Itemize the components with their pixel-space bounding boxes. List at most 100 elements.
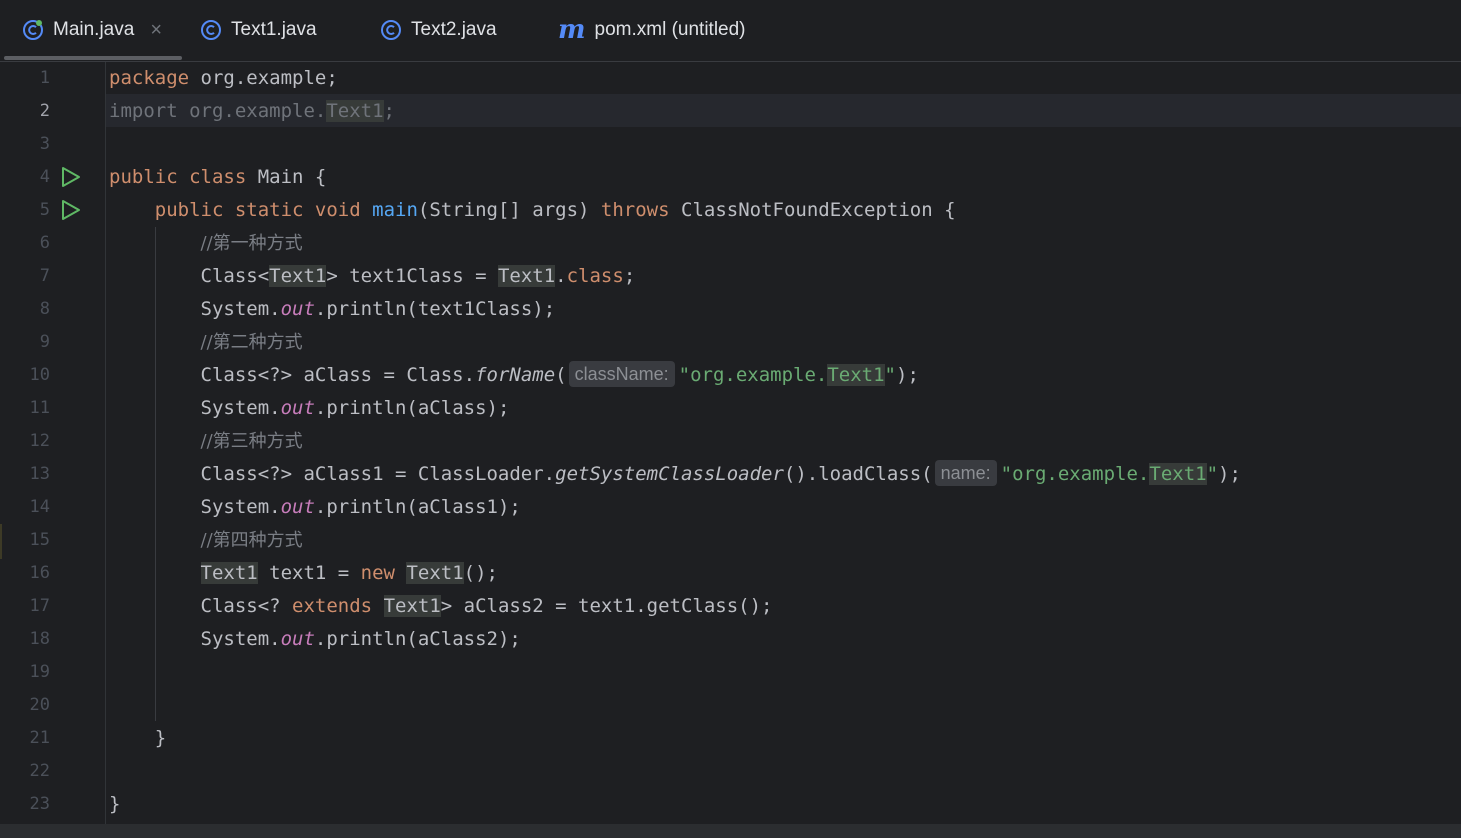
line-number: 6 (39, 233, 50, 253)
java-class-icon (22, 19, 44, 41)
token-static-field: out (280, 397, 315, 419)
token-text: > text1Class = (326, 265, 498, 287)
token-keyword: package (109, 67, 190, 89)
token-text: (String[] args) (417, 199, 601, 221)
code-line-16: Text1 text1 = new Text1(); (109, 557, 498, 590)
run-class-icon[interactable] (60, 166, 82, 188)
tab-label: Text1.java (231, 19, 317, 40)
code-line-8: System.out.println(text1Class); (109, 293, 556, 326)
code-line-13: Class<?> aClass1 = ClassLoader.getSystem… (109, 458, 1241, 491)
token-comment: //第一种方式 (200, 233, 303, 254)
token-static-method: getSystemClassLoader (555, 463, 784, 485)
line-number: 9 (39, 332, 50, 352)
token-class-ref: Text1 (200, 562, 258, 584)
token-unused-import: import org.example. (109, 100, 327, 122)
line-number: 1 (39, 68, 50, 88)
code-line-14: System.out.println(aClass1); (109, 491, 521, 524)
line-number: 5 (39, 200, 50, 220)
tab-text2-java[interactable]: Text2.java (380, 0, 497, 60)
tab-text1-java[interactable]: Text1.java (200, 0, 317, 60)
token-text: > aClass2 = text1.getClass(); (440, 595, 773, 617)
code-line-2: import org.example.Text1; (109, 95, 395, 128)
token-text: Main { (246, 166, 327, 188)
token-class-ref: Text1 (497, 265, 556, 287)
line-number: 10 (29, 365, 50, 385)
token-class-ref: Text1 (269, 265, 327, 287)
token-text: Class<?> aClass1 = ClassLoader. (200, 463, 556, 485)
line-number: 4 (39, 167, 50, 187)
token-text: System. (200, 397, 281, 419)
run-main-icon[interactable] (60, 199, 82, 221)
tab-label: pom.xml (untitled) (594, 19, 746, 40)
tab-label: Main.java (53, 19, 135, 40)
close-tab-icon[interactable]: × (150, 19, 162, 42)
token-string: " (1206, 463, 1219, 485)
token-keyword: throws (600, 199, 670, 221)
token-string-class-ref: Text1 (827, 364, 885, 386)
code-line-6: //第一种方式 (109, 227, 303, 260)
active-tab-indicator (4, 56, 182, 60)
parameter-hint: name: (934, 460, 997, 486)
token-text: ); (896, 364, 919, 386)
token-comment: //第四种方式 (200, 530, 303, 551)
code-line-4: public class Main { (109, 161, 326, 194)
token-keyword: extends (292, 595, 373, 617)
token-class-ref: Text1 (383, 595, 441, 617)
token-string-class-ref: Text1 (1149, 463, 1207, 485)
token-text: ().loadClass( (783, 463, 933, 485)
token-text: Class<? (200, 595, 293, 617)
line-number: 11 (29, 398, 50, 418)
token-comment: //第三种方式 (200, 431, 303, 452)
token-text: } (109, 793, 121, 815)
token-text: } (109, 727, 167, 749)
tab-label: Text2.java (411, 19, 497, 40)
line-number: 13 (29, 464, 50, 484)
editor-tab-bar: Main.java × Text1.java Text2.java m pom.… (0, 0, 1461, 62)
tab-pom-xml[interactable]: m pom.xml (untitled) (558, 0, 746, 60)
token-class-ref: Text1 (406, 562, 464, 584)
token-keyword: public static void (154, 199, 361, 221)
tab-main-java[interactable]: Main.java × (22, 0, 162, 60)
token-string: " (884, 364, 896, 386)
token-text: ( (555, 364, 567, 386)
token-method-name: main (372, 199, 418, 221)
code-line-23: } (109, 788, 120, 821)
code-line-9: //第二种方式 (109, 326, 303, 359)
line-number: 16 (29, 563, 50, 583)
token-class-ref: Text1 (326, 100, 384, 122)
code-line-5: public static void main(String[] args) t… (109, 194, 956, 227)
token-keyword: public class (109, 166, 247, 188)
java-class-icon (200, 19, 222, 41)
code-line-17: Class<? extends Text1> aClass2 = text1.g… (109, 590, 773, 623)
code-line-10: Class<?> aClass = Class.forName(classNam… (109, 359, 919, 392)
code-editor[interactable]: 1 2 3 4 5 6 7 8 9 10 11 12 13 14 15 16 1… (0, 62, 1461, 824)
code-line-7: Class<Text1> text1Class = Text1.class; (109, 260, 635, 293)
token-string: "org.example. (678, 364, 828, 386)
line-number: 23 (29, 794, 50, 814)
token-text: .println(aClass2); (314, 628, 521, 650)
java-class-icon (380, 19, 402, 41)
code-line-12: //第三种方式 (109, 425, 303, 458)
token-text: ); (1218, 463, 1241, 485)
horizontal-scrollbar[interactable] (0, 824, 1461, 838)
code-line-18: System.out.println(aClass2); (109, 623, 521, 656)
line-number: 21 (29, 728, 50, 748)
line-number: 18 (29, 629, 50, 649)
token-text: System. (200, 496, 281, 518)
line-number: 20 (29, 695, 50, 715)
code-line-21: } (109, 722, 166, 755)
line-number: 17 (29, 596, 50, 616)
token-static-field: out (280, 628, 315, 650)
